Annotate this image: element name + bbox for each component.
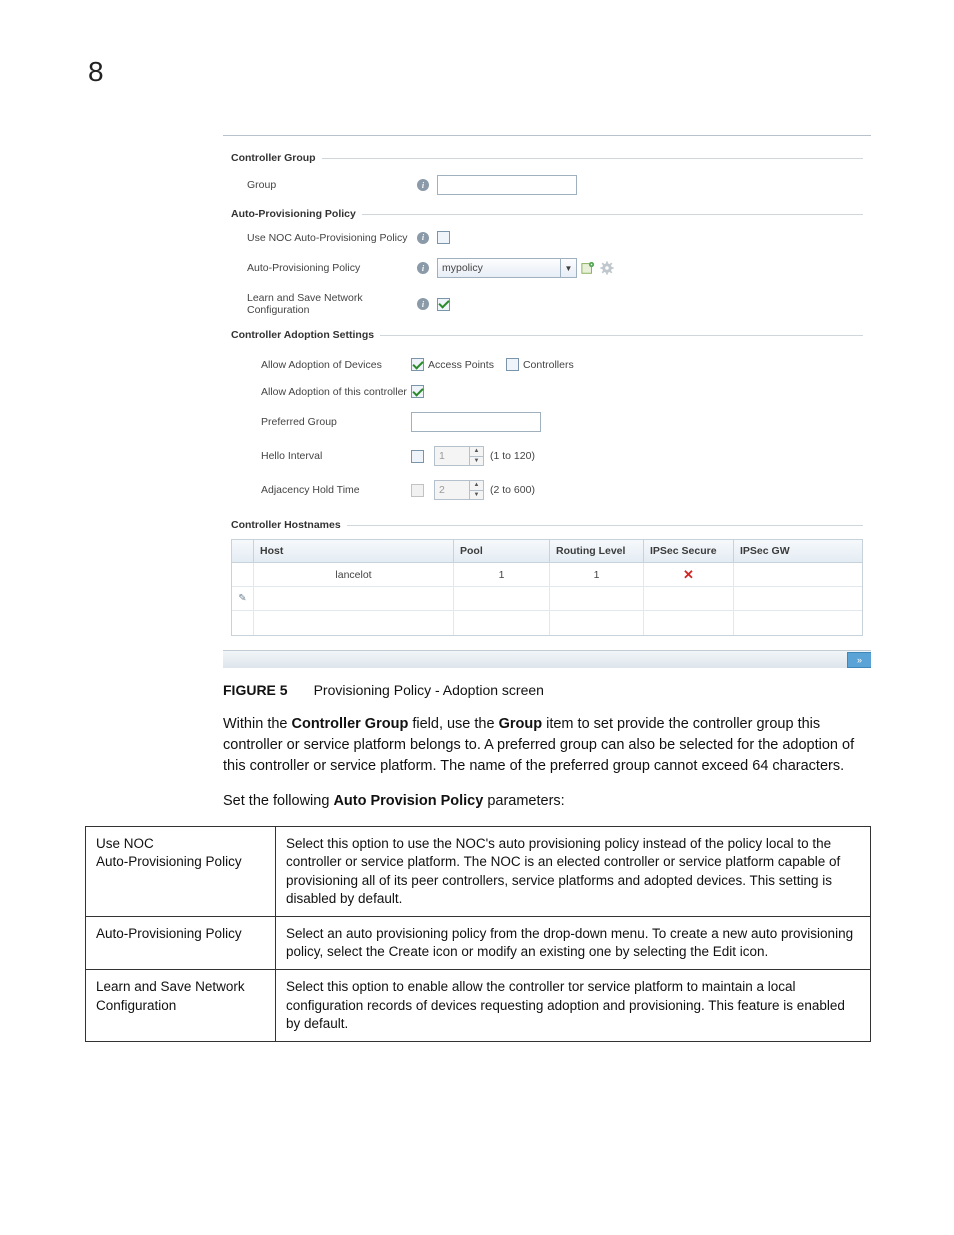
chevron-down-icon[interactable]: ▼ <box>470 457 483 466</box>
hello-label: Hello Interval <box>261 450 411 462</box>
allow-ctrl-label: Controllers <box>523 359 574 371</box>
x-icon: ✕ <box>683 567 694 583</box>
page-number: 8 <box>88 56 104 88</box>
preferred-group-input[interactable] <box>411 412 541 432</box>
hello-spinner[interactable]: 1 ▲▼ <box>434 446 484 466</box>
hello-range: (1 to 120) <box>490 450 535 462</box>
group-input[interactable] <box>437 175 577 195</box>
section-adoption-title: Controller Adoption Settings <box>231 323 863 345</box>
auto-prov-policy-select[interactable]: mypolicy ▼ <box>437 258 577 278</box>
footer-badge-icon[interactable]: » <box>847 652 871 668</box>
info-icon[interactable]: i <box>417 262 429 274</box>
hostnames-table: Host Pool Routing Level IPSec Secure IPS… <box>231 539 863 636</box>
section-controller-group-title: Controller Group <box>231 146 863 168</box>
chevron-down-icon: ▼ <box>560 259 576 277</box>
use-noc-checkbox[interactable] <box>437 231 450 244</box>
col-pool[interactable]: Pool <box>454 540 550 562</box>
figure-caption: FIGURE 5Provisioning Policy - Adoption s… <box>223 682 869 698</box>
table-row: Use NOC Auto-Provisioning Policy Select … <box>86 827 871 917</box>
info-icon[interactable]: i <box>417 179 429 191</box>
create-icon[interactable] <box>580 260 596 276</box>
col-ipsec-gw[interactable]: IPSec GW <box>734 540 862 562</box>
info-icon[interactable]: i <box>417 298 429 310</box>
adj-range: (2 to 600) <box>490 484 535 496</box>
table-row[interactable]: ✎ <box>232 587 862 611</box>
use-noc-label: Use NOC Auto-Provisioning Policy <box>247 232 417 244</box>
section-auto-prov-title: Auto-Provisioning Policy <box>231 202 863 224</box>
hello-checkbox[interactable] <box>411 450 424 463</box>
info-icon[interactable]: i <box>417 232 429 244</box>
edit-icon[interactable]: ✎ <box>238 593 246 604</box>
learn-save-label: Learn and Save Network Configuration <box>247 292 417 316</box>
allow-ap-label: Access Points <box>428 359 494 371</box>
body-text: Within the Controller Group field, use t… <box>223 714 873 812</box>
param-table: Use NOC Auto-Provisioning Policy Select … <box>85 826 871 1042</box>
allow-ctrl-checkbox[interactable] <box>506 358 519 371</box>
preferred-group-label: Preferred Group <box>261 416 411 428</box>
chevron-up-icon[interactable]: ▲ <box>470 447 483 457</box>
table-row: Learn and Save Network Configuration Sel… <box>86 970 871 1042</box>
chevron-up-icon[interactable]: ▲ <box>470 481 483 491</box>
table-row[interactable] <box>232 611 862 635</box>
table-row[interactable]: lancelot11✕ <box>232 563 862 587</box>
figure-footer: » <box>223 650 871 668</box>
adj-label: Adjacency Hold Time <box>261 484 411 496</box>
adj-checkbox[interactable] <box>411 484 424 497</box>
allow-ap-checkbox[interactable] <box>411 358 424 371</box>
auto-prov-policy-label: Auto-Provisioning Policy <box>247 262 417 274</box>
group-label: Group <box>247 179 417 191</box>
learn-save-checkbox[interactable] <box>437 298 450 311</box>
chevron-down-icon[interactable]: ▼ <box>470 491 483 500</box>
allow-this-checkbox[interactable] <box>411 385 424 398</box>
adj-spinner[interactable]: 2 ▲▼ <box>434 480 484 500</box>
table-row: Auto-Provisioning Policy Select an auto … <box>86 916 871 969</box>
allow-devices-label: Allow Adoption of Devices <box>261 359 411 371</box>
col-host[interactable]: Host <box>254 540 454 562</box>
figure-screenshot: Controller Group Group i Auto-Provisioni… <box>223 135 871 668</box>
col-routing-level[interactable]: Routing Level <box>550 540 644 562</box>
allow-this-label: Allow Adoption of this controller <box>261 386 411 398</box>
gear-icon[interactable] <box>599 260 615 276</box>
col-ipsec-secure[interactable]: IPSec Secure <box>644 540 734 562</box>
section-hostnames-title: Controller Hostnames <box>231 507 863 535</box>
